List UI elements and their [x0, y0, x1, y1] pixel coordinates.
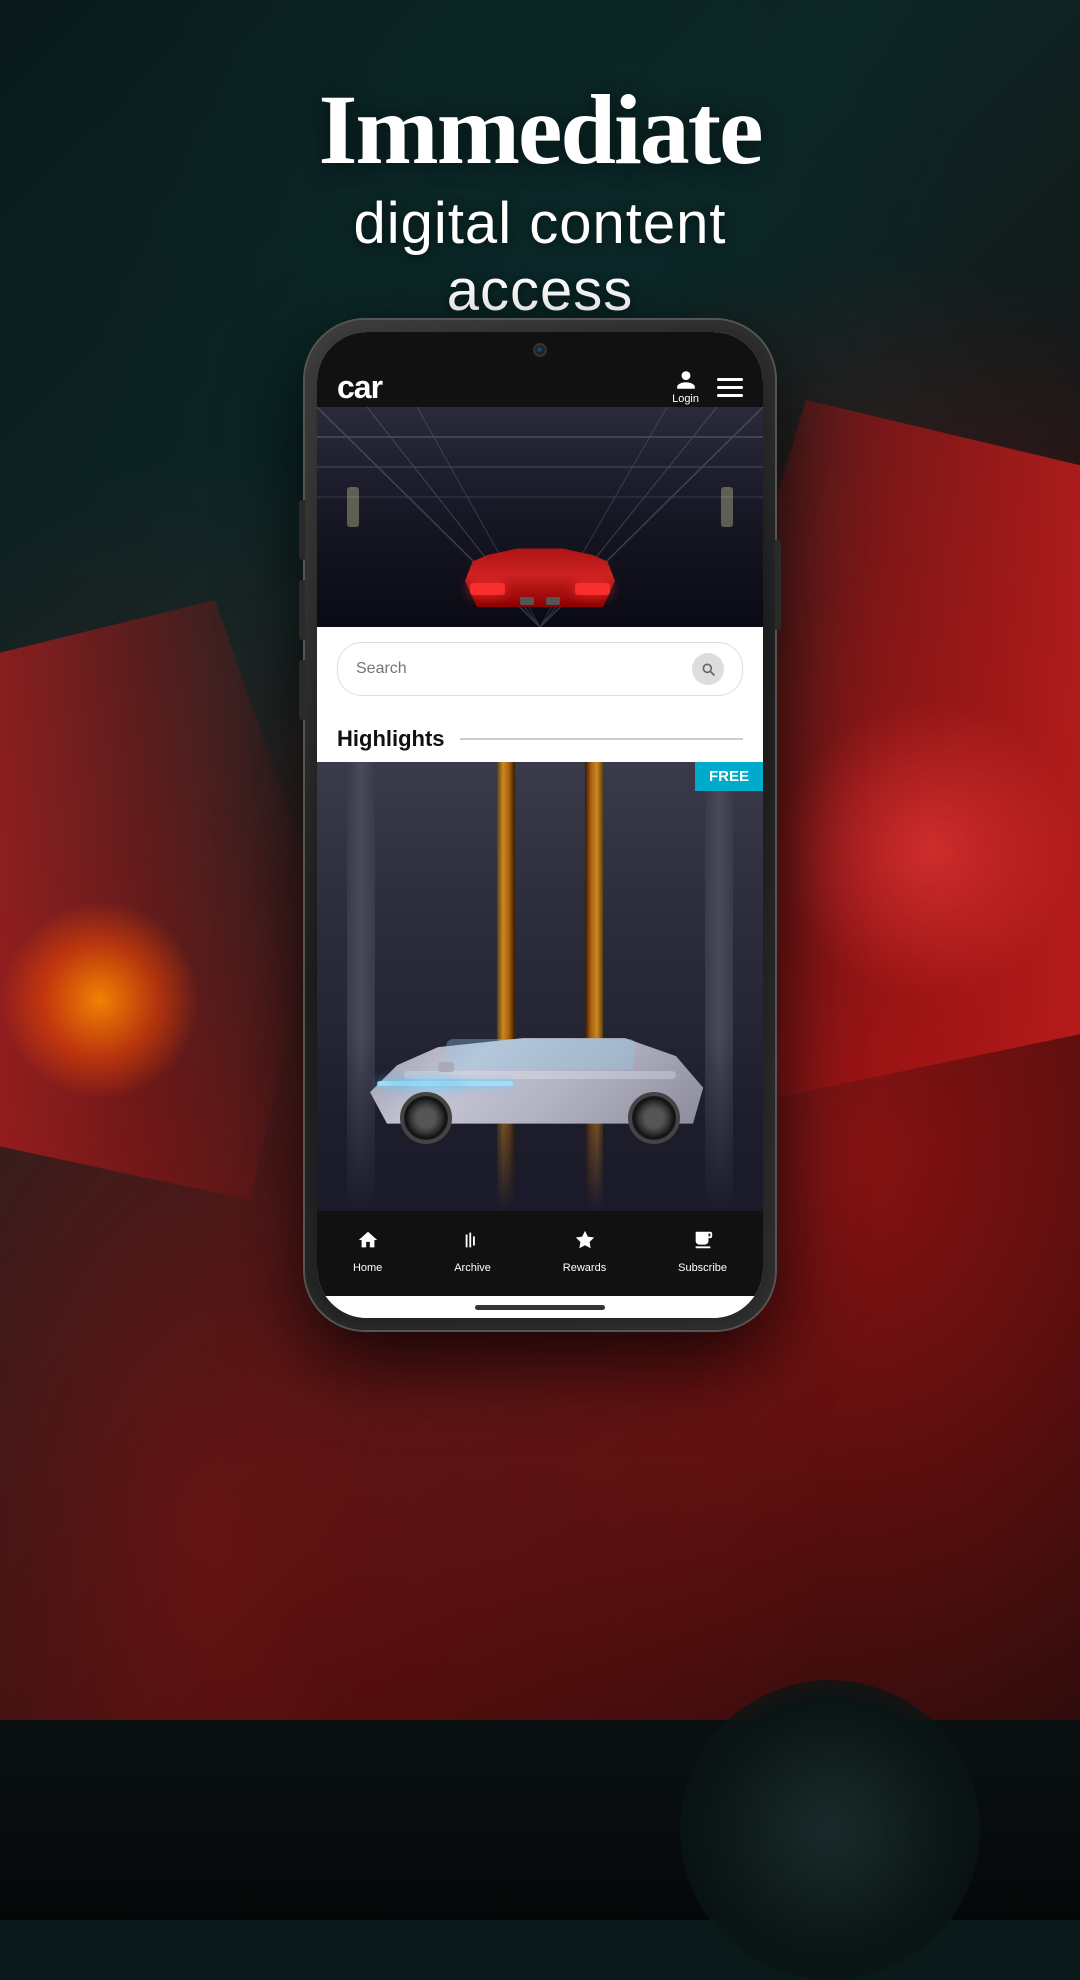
rewards-icon	[574, 1229, 596, 1257]
nav-home-label: Home	[353, 1262, 382, 1274]
wheel-front	[400, 1092, 452, 1144]
exhaust-right	[546, 597, 560, 605]
glow-orange	[0, 900, 200, 1100]
subscribe-icon	[692, 1229, 714, 1257]
tail-light-left	[470, 583, 505, 595]
headlight-glow	[387, 1074, 467, 1094]
free-badge: FREE	[695, 762, 763, 791]
bottom-circle-decoration	[680, 1680, 980, 1980]
promo-title-line1: Immediate	[0, 80, 1080, 180]
search-section	[317, 627, 763, 711]
highlights-header: Highlights	[337, 726, 743, 752]
highlights-title: Highlights	[337, 726, 445, 752]
hero-image	[317, 407, 763, 627]
bottom-navigation: Home Archive Rewards	[317, 1211, 763, 1296]
phone-mockup: car Login	[305, 320, 775, 1330]
login-button[interactable]: Login	[672, 369, 699, 405]
search-bar[interactable]	[337, 642, 743, 696]
nav-archive-label: Archive	[454, 1262, 491, 1274]
home-icon	[357, 1229, 379, 1257]
search-button[interactable]	[692, 653, 724, 685]
phone-screen: car Login	[317, 332, 763, 1318]
exhaust-pipes	[520, 597, 560, 605]
car-wheels	[370, 1092, 710, 1144]
camera-dot	[533, 343, 547, 357]
user-icon	[675, 369, 697, 391]
car-card-image	[317, 762, 763, 1211]
highlights-divider	[460, 738, 743, 740]
glow-red	[780, 700, 1080, 1000]
nav-rewards-label: Rewards	[563, 1262, 606, 1274]
side-mirror	[438, 1062, 454, 1072]
highlights-section: Highlights	[317, 711, 763, 762]
silver-car	[370, 1014, 710, 1144]
windshield	[443, 1039, 638, 1069]
hamburger-menu-button[interactable]	[717, 378, 743, 397]
wall-light-left	[347, 487, 359, 527]
login-label: Login	[672, 393, 699, 405]
menu-line-1	[717, 378, 743, 381]
wheel-rear	[628, 1092, 680, 1144]
search-icon	[700, 661, 716, 677]
home-bar	[317, 1296, 763, 1318]
nav-item-subscribe[interactable]: Subscribe	[678, 1229, 727, 1274]
archive-icon	[462, 1229, 484, 1257]
tail-lights	[470, 583, 610, 595]
phone-content: car Login	[317, 332, 763, 1318]
phone-outer-shell: car Login	[305, 320, 775, 1330]
nav-item-rewards[interactable]: Rewards	[563, 1229, 606, 1274]
featured-car-card[interactable]: FREE	[317, 762, 763, 1211]
promo-header: Immediate digital content access	[0, 80, 1080, 324]
home-indicator	[475, 1305, 605, 1310]
menu-line-2	[717, 386, 743, 389]
nav-subscribe-label: Subscribe	[678, 1262, 727, 1274]
tail-light-right	[575, 583, 610, 595]
brand-logo: car	[337, 369, 382, 406]
search-input[interactable]	[356, 660, 692, 678]
exhaust-left	[520, 597, 534, 605]
nav-item-home[interactable]: Home	[353, 1229, 382, 1274]
wall-light-right	[721, 487, 733, 527]
nav-item-archive[interactable]: Archive	[454, 1229, 491, 1274]
hero-car	[450, 507, 630, 607]
promo-title-line2: digital content access	[0, 190, 1080, 324]
phone-notch	[470, 332, 610, 367]
menu-line-3	[717, 394, 743, 397]
header-right: Login	[672, 369, 743, 405]
